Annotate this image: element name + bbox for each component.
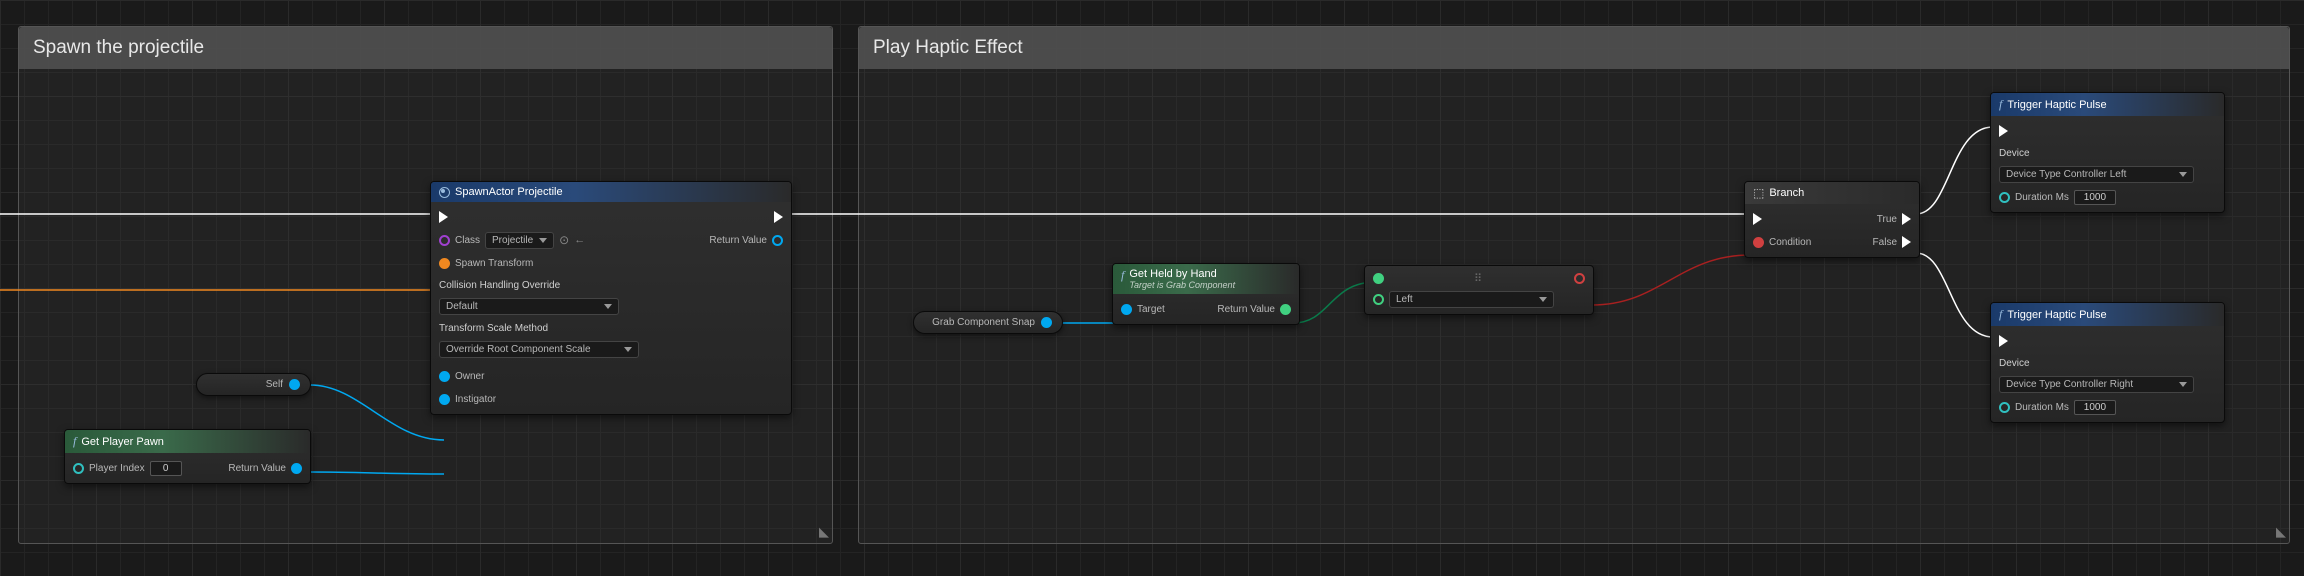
node-title: Trigger Haptic Pulse	[2007, 99, 2106, 111]
return-label: Return Value	[1217, 304, 1275, 315]
exec-out-pin[interactable]	[2207, 125, 2216, 137]
true-label: True	[1877, 214, 1897, 225]
find-icon[interactable]: ←	[574, 234, 585, 246]
node-header: f Get Player Pawn	[65, 430, 310, 453]
return-pin[interactable]	[1280, 304, 1291, 315]
player-index-input[interactable]	[150, 461, 182, 476]
node-header: f Trigger Haptic Pulse	[1991, 93, 2224, 116]
node-title: SpawnActor Projectile	[455, 186, 563, 198]
duration-pin[interactable]	[1999, 192, 2010, 203]
node-self[interactable]: Self	[196, 373, 311, 396]
resize-handle-icon[interactable]: ◢	[819, 524, 829, 540]
false-label: False	[1873, 237, 1897, 248]
branch-icon: ⬚	[1753, 186, 1764, 200]
node-header: f Trigger Haptic Pulse	[1991, 303, 2224, 326]
node-title: Get Player Pawn	[81, 436, 164, 448]
exec-out-pin[interactable]	[774, 211, 783, 223]
return-label: Return Value	[709, 235, 767, 246]
self-out-pin[interactable]	[289, 379, 300, 390]
node-spawn-actor[interactable]: SpawnActor Projectile Class Projectile ⊙…	[430, 181, 792, 415]
exec-in-pin[interactable]	[1999, 335, 2008, 347]
player-index-label: Player Index	[89, 463, 145, 474]
duration-pin[interactable]	[1999, 402, 2010, 413]
transform-label: Spawn Transform	[455, 258, 533, 269]
node-grab-component-snap[interactable]: Grab Component Snap	[913, 311, 1063, 334]
target-label: Target	[1137, 304, 1165, 315]
exec-in-pin[interactable]	[1999, 125, 2008, 137]
return-label: Return Value	[228, 463, 286, 474]
enum-in-pin[interactable]	[1373, 273, 1384, 284]
exec-in-pin[interactable]	[439, 211, 448, 223]
enum-in2-pin[interactable]	[1373, 294, 1384, 305]
node-branch[interactable]: ⬚ Branch True Condition False	[1744, 181, 1920, 258]
grab-out-pin[interactable]	[1041, 317, 1052, 328]
function-icon: f	[1999, 97, 2002, 112]
exec-out-pin[interactable]	[2207, 335, 2216, 347]
duration-input[interactable]	[2074, 400, 2116, 415]
node-subtitle: Target is Grab Component	[1129, 280, 1235, 290]
grip-icon[interactable]: ⠿	[1474, 272, 1484, 285]
node-header: SpawnActor Projectile	[431, 182, 791, 202]
function-icon: f	[73, 434, 76, 449]
device-heading: Device	[1999, 358, 2216, 369]
device-heading: Device	[1999, 148, 2216, 159]
spawn-icon	[439, 187, 450, 198]
player-index-pin[interactable]	[73, 463, 84, 474]
comment-title[interactable]: Spawn the projectile	[19, 27, 832, 69]
device-dropdown[interactable]: Device Type Controller Right	[1999, 376, 2194, 393]
instigator-pin[interactable]	[439, 394, 450, 405]
exec-in-pin[interactable]	[1753, 213, 1762, 225]
owner-pin[interactable]	[439, 371, 450, 382]
return-pin[interactable]	[772, 235, 783, 246]
duration-input[interactable]	[2074, 190, 2116, 205]
class-pin[interactable]	[439, 235, 450, 246]
return-pin[interactable]	[291, 463, 302, 474]
class-label: Class	[455, 235, 480, 246]
true-exec-pin[interactable]	[1902, 213, 1911, 225]
self-label: Self	[266, 379, 283, 390]
scale-dropdown[interactable]: Override Root Component Scale	[439, 341, 639, 358]
collision-heading: Collision Handling Override	[439, 280, 783, 291]
node-header: f Get Held by Hand Target is Grab Compon…	[1113, 264, 1299, 294]
node-get-held-by-hand[interactable]: f Get Held by Hand Target is Grab Compon…	[1112, 263, 1300, 325]
false-exec-pin[interactable]	[1902, 236, 1911, 248]
target-pin[interactable]	[1121, 304, 1132, 315]
node-get-player-pawn[interactable]: f Get Player Pawn Player Index Return Va…	[64, 429, 311, 484]
node-header: ⬚ Branch	[1745, 182, 1919, 204]
node-equals-left[interactable]: ⠿ Left	[1364, 265, 1594, 315]
bool-out-pin[interactable]	[1574, 273, 1585, 284]
condition-label: Condition	[1769, 237, 1811, 248]
node-title: Get Held by Hand	[1129, 268, 1216, 280]
class-dropdown[interactable]: Projectile	[485, 232, 554, 249]
node-title: Trigger Haptic Pulse	[2007, 309, 2106, 321]
comment-title[interactable]: Play Haptic Effect	[859, 27, 2289, 69]
function-icon: f	[1121, 268, 1124, 283]
condition-pin[interactable]	[1753, 237, 1764, 248]
node-trigger-haptic-bottom[interactable]: f Trigger Haptic Pulse Device Device Typ…	[1990, 302, 2225, 423]
node-trigger-haptic-top[interactable]: f Trigger Haptic Pulse Device Device Typ…	[1990, 92, 2225, 213]
function-icon: f	[1999, 307, 2002, 322]
duration-label: Duration Ms	[2015, 402, 2069, 413]
enum-dropdown[interactable]: Left	[1389, 291, 1554, 308]
duration-label: Duration Ms	[2015, 192, 2069, 203]
transform-pin[interactable]	[439, 258, 450, 269]
grab-label: Grab Component Snap	[932, 317, 1035, 328]
device-dropdown[interactable]: Device Type Controller Left	[1999, 166, 2194, 183]
resize-handle-icon[interactable]: ◢	[2276, 524, 2286, 540]
collision-dropdown[interactable]: Default	[439, 298, 619, 315]
browse-icon[interactable]: ⊙	[559, 233, 569, 247]
node-title: Branch	[1769, 187, 1804, 199]
instigator-label: Instigator	[455, 394, 496, 405]
owner-label: Owner	[455, 371, 484, 382]
scale-heading: Transform Scale Method	[439, 323, 783, 334]
